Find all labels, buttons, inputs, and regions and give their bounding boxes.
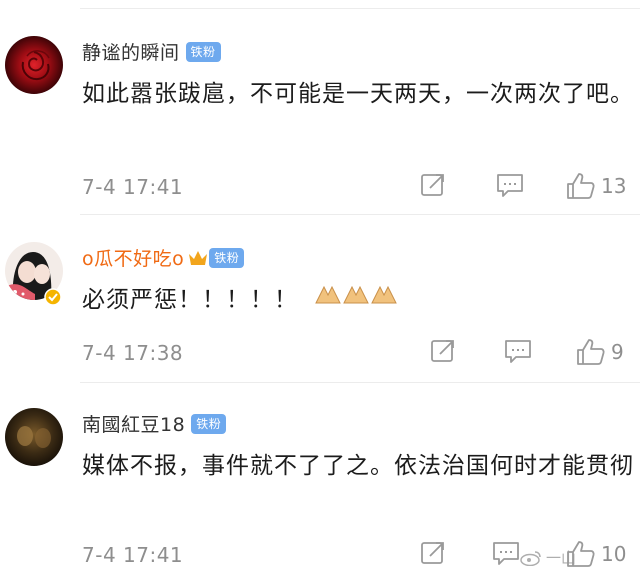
watermark-text: 一山 xyxy=(546,549,577,567)
verified-badge-icon xyxy=(44,288,62,306)
like-count: 10 xyxy=(601,542,627,566)
username[interactable]: 静谧的瞬间 xyxy=(82,38,180,65)
thumbs-up-icon xyxy=(577,339,605,365)
like-button[interactable]: 9 xyxy=(576,338,624,366)
username[interactable]: 南國紅豆18 xyxy=(82,410,185,437)
watermark: 一山 xyxy=(520,547,576,568)
share-button[interactable] xyxy=(420,172,446,198)
divider xyxy=(80,382,640,383)
comment-meta: 7-4 17:38 9 xyxy=(82,338,640,368)
comment-text: 媒体不报，事件就不了了之。依法治国何时才能贯彻 xyxy=(82,453,634,479)
crown-icon xyxy=(189,250,208,265)
comment-button[interactable] xyxy=(504,338,532,364)
avatar[interactable] xyxy=(5,36,63,94)
comment-text-row: 必须严惩！！！！！ xyxy=(82,280,638,320)
weibo-logo-icon xyxy=(520,550,541,566)
like-count: 9 xyxy=(611,340,624,364)
comment-icon xyxy=(493,542,519,565)
name-row: 静谧的瞬间 铁粉 xyxy=(82,38,221,65)
like-count: 13 xyxy=(601,174,627,198)
name-row: 南國紅豆18 铁粉 xyxy=(82,410,227,437)
timestamp: 7-4 17:41 xyxy=(82,543,184,567)
share-icon xyxy=(421,542,444,564)
praying-hands-icon xyxy=(314,280,398,320)
comment-text: 必须严惩！！！！！ xyxy=(82,287,298,313)
comment-icon xyxy=(497,174,523,197)
fan-badge: 铁粉 xyxy=(191,413,227,434)
comment-meta: 7-4 17:41 13 xyxy=(82,172,640,202)
like-button[interactable]: 13 xyxy=(566,172,626,200)
top-divider xyxy=(80,8,640,9)
comment-button[interactable] xyxy=(492,540,520,566)
comment-icon xyxy=(505,340,531,363)
divider xyxy=(80,214,640,215)
fan-badge: 铁粉 xyxy=(209,247,245,268)
dark-portrait-avatar xyxy=(5,408,63,466)
name-row: o瓜不好吃o 铁粉 xyxy=(82,244,245,271)
fan-badge: 铁粉 xyxy=(185,41,221,62)
comment-button[interactable] xyxy=(496,172,524,198)
share-button[interactable] xyxy=(430,338,456,364)
timestamp: 7-4 17:38 xyxy=(82,341,184,365)
share-button[interactable] xyxy=(420,540,446,566)
share-icon xyxy=(421,174,444,196)
timestamp: 7-4 17:41 xyxy=(82,175,184,199)
red-rose-avatar xyxy=(5,36,63,94)
avatar[interactable] xyxy=(5,408,63,466)
username[interactable]: o瓜不好吃o xyxy=(82,244,184,271)
thumbs-up-icon xyxy=(567,173,595,199)
share-icon xyxy=(431,340,454,362)
comment-text: 如此嚣张跋扈，不可能是一天两天，一次两次了吧。 xyxy=(82,81,634,107)
